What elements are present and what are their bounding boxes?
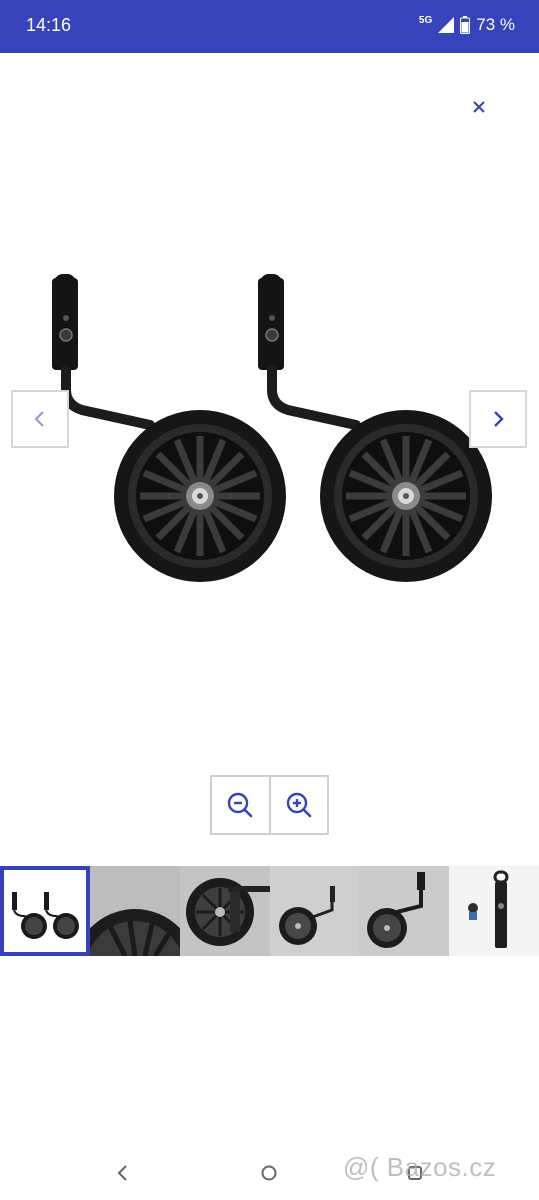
battery-icon — [460, 16, 471, 34]
close-icon — [473, 101, 485, 113]
home-button[interactable] — [254, 1158, 284, 1188]
main-product-image — [0, 240, 539, 630]
chevron-right-icon — [494, 411, 504, 427]
thumbnail-4[interactable] — [269, 866, 360, 956]
home-icon — [261, 1165, 277, 1181]
battery-level: 73 % — [476, 15, 515, 34]
thumbnail-strip — [0, 866, 539, 956]
thumbnail-3[interactable] — [179, 866, 270, 956]
zoom-out-button[interactable] — [212, 777, 269, 833]
status-icons: 5G 73 % — [419, 15, 515, 35]
thumbnail-2[interactable] — [89, 866, 180, 956]
chevron-left-icon — [34, 411, 44, 427]
back-icon — [117, 1165, 127, 1181]
thumbnail-5[interactable] — [359, 866, 450, 956]
back-button[interactable] — [108, 1158, 138, 1188]
status-bar: 14:16 5G 73 % — [0, 0, 539, 53]
thumbnail-6[interactable] — [449, 866, 539, 956]
zoom-in-icon — [286, 792, 312, 818]
zoom-in-button[interactable] — [268, 777, 328, 833]
zoom-controls — [210, 775, 329, 835]
status-time: 14:16 — [26, 15, 72, 35]
network-type: 5G — [418, 14, 433, 26]
previous-image-button[interactable] — [11, 390, 69, 448]
zoom-out-icon — [228, 792, 253, 818]
watermark: @( Bazos.cz — [343, 1152, 497, 1182]
close-button[interactable] — [466, 94, 492, 120]
next-image-button[interactable] — [469, 390, 527, 448]
thumbnail-1[interactable] — [0, 866, 90, 956]
signal-icon — [438, 17, 455, 33]
